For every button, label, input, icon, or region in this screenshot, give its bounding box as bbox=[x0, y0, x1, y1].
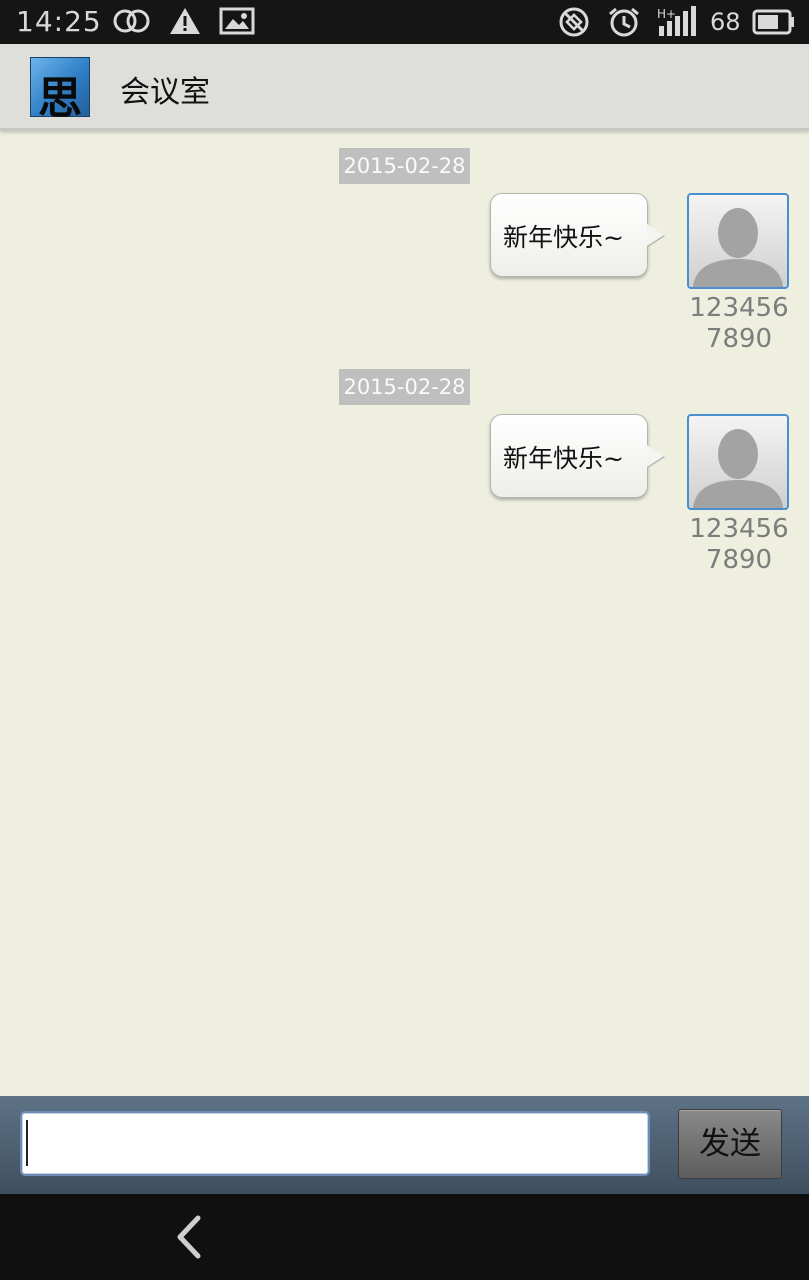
composer-bar: 发送 bbox=[0, 1096, 809, 1194]
back-icon[interactable] bbox=[170, 1212, 210, 1262]
navigation-bar bbox=[0, 1194, 809, 1280]
message-text: 新年快乐~ bbox=[503, 223, 624, 252]
sender-name: 123456 7890 bbox=[684, 293, 794, 355]
sender-name: 123456 7890 bbox=[684, 514, 794, 576]
sender-name-line-2: 7890 bbox=[705, 545, 773, 575]
app-bar: 思 会议室 bbox=[0, 44, 809, 131]
sender-name-line-1: 123456 bbox=[689, 293, 789, 323]
message-bubble[interactable]: 新年快乐~ bbox=[490, 414, 648, 498]
sender-name-line-1: 123456 bbox=[689, 514, 789, 544]
app-logo-glyph: 思 bbox=[38, 73, 82, 124]
status-bar: 14:25 H+ 68 bbox=[0, 0, 809, 44]
text-caret bbox=[26, 1120, 28, 1166]
alarm-icon bbox=[606, 6, 642, 42]
message-date: 2015-02-28 bbox=[339, 369, 470, 405]
message-text: 新年快乐~ bbox=[503, 444, 624, 473]
rotation-lock-icon bbox=[556, 6, 592, 42]
send-button[interactable]: 发送 bbox=[678, 1109, 782, 1179]
message-bubble[interactable]: 新年快乐~ bbox=[490, 193, 648, 277]
message-item: 2015-02-28 新年快乐~ 123456 7890 bbox=[0, 352, 809, 575]
avatar[interactable] bbox=[687, 193, 789, 289]
message-date: 2015-02-28 bbox=[339, 148, 470, 184]
message-list[interactable]: 2015-02-28 新年快乐~ 123456 7890 2015-02-28 … bbox=[0, 131, 809, 1095]
warning-icon bbox=[168, 6, 202, 40]
signal-hplus-icon: H+ bbox=[657, 6, 699, 42]
page-title: 会议室 bbox=[120, 75, 210, 110]
message-item: 2015-02-28 新年快乐~ 123456 7890 bbox=[0, 131, 809, 354]
svg-text:H+: H+ bbox=[657, 7, 676, 21]
app-logo[interactable]: 思 bbox=[30, 57, 90, 124]
dual-sim-icon bbox=[112, 6, 152, 40]
bubble-tail bbox=[647, 224, 664, 246]
avatar[interactable] bbox=[687, 414, 789, 510]
battery-percent: 68 bbox=[710, 8, 741, 36]
status-time: 14:25 bbox=[16, 5, 102, 38]
bubble-tail bbox=[647, 445, 664, 467]
image-icon bbox=[219, 6, 255, 40]
message-input[interactable] bbox=[20, 1111, 650, 1176]
sender-name-line-2: 7890 bbox=[705, 324, 773, 354]
battery-icon bbox=[752, 9, 796, 39]
